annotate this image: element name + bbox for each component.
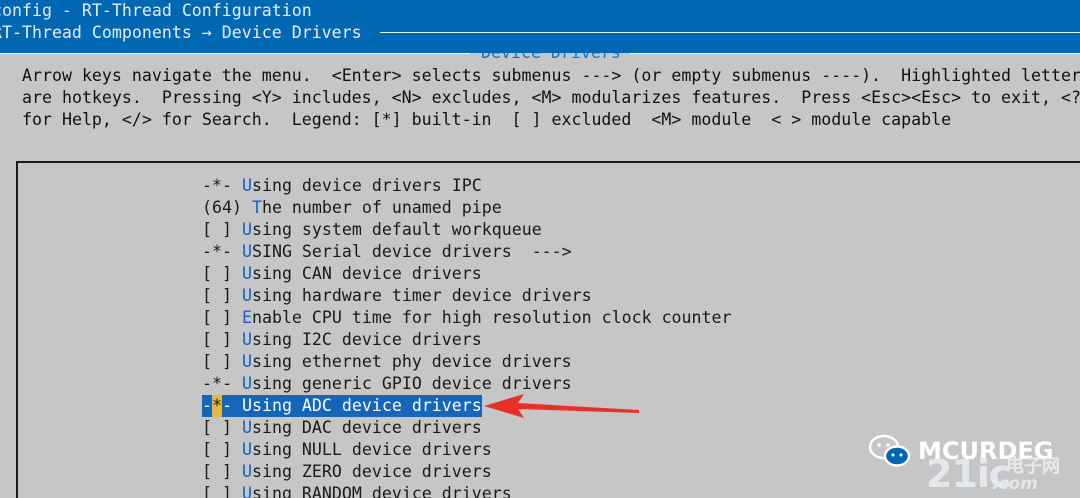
annotation-arrow-icon [484, 394, 639, 418]
menu-dialog: Device Drivers Arrow keys navigate the m… [0, 53, 1080, 498]
wechat-icon [868, 434, 911, 467]
help-text-line-2: are hotkeys. Pressing <Y> includes, <N> … [22, 88, 1080, 107]
item-hotkey: U [241, 242, 252, 261]
item-hotkey: U [241, 484, 252, 498]
item-label: sing NULL device drivers [251, 440, 492, 459]
item-hotkey: U [241, 396, 252, 415]
item-state-close: - [222, 396, 242, 415]
menu-item-i2c[interactable]: [ ] Using I2C device drivers [202, 329, 482, 351]
item-label: nable CPU time for high resolution clock… [251, 308, 732, 327]
item-hotkey: E [241, 308, 252, 327]
item-label: he number of unamed pipe [261, 198, 502, 217]
item-state: [ ] [202, 330, 242, 349]
help-text-line-1: Arrow keys navigate the menu. <Enter> se… [22, 66, 1080, 85]
item-state: [ ] [202, 220, 242, 239]
breadcrumb: RT-Thread Components → Device Drivers [0, 23, 362, 42]
item-state: [ ] [202, 418, 242, 437]
item-hotkey: U [241, 374, 252, 393]
menu-item-ipc[interactable]: -*- Using device drivers IPC [202, 175, 482, 197]
item-hotkey: U [241, 176, 252, 195]
item-state: -*- [202, 176, 242, 195]
window-title: config - RT-Thread Configuration [0, 1, 312, 20]
dialog-top-border-right [630, 53, 1080, 54]
help-text-line-3: for Help, </> for Search. Legend: [*] bu… [22, 110, 952, 129]
item-state-open: - [202, 396, 212, 415]
menu-item-unamed-pipe[interactable]: (64) The number of unamed pipe [202, 197, 502, 219]
item-label: sing hardware timer device drivers [251, 286, 592, 305]
item-state: (64) [202, 198, 252, 217]
item-label: SING Serial device drivers ---> [251, 242, 572, 261]
item-state: [ ] [202, 352, 242, 371]
item-state-star: * [212, 395, 222, 417]
menu-item-null[interactable]: [ ] Using NULL device drivers [202, 439, 492, 461]
item-label: sing I2C device drivers [251, 330, 482, 349]
item-hotkey: U [241, 462, 252, 481]
menu-item-zero[interactable]: [ ] Using ZERO device drivers [202, 461, 492, 483]
item-state: [ ] [202, 264, 242, 283]
item-label: sing DAC device drivers [251, 418, 482, 437]
item-label: sing ZERO device drivers [251, 462, 492, 481]
item-state: -*- [202, 374, 242, 393]
menu-item-adc-selected[interactable]: - * - Using ADC device drivers [202, 395, 482, 417]
item-state: [ ] [202, 308, 242, 327]
menu-item-ethernet-phy[interactable]: [ ] Using ethernet phy device drivers [202, 351, 572, 373]
item-hotkey: U [241, 286, 252, 305]
menu-item-can[interactable]: [ ] Using CAN device drivers [202, 263, 482, 285]
item-label: sing ethernet phy device drivers [251, 352, 572, 371]
item-hotkey: U [241, 440, 252, 459]
menu-item-serial[interactable]: -*- U SING Serial device drivers ---> [202, 241, 572, 263]
menu-item-cputime[interactable]: [ ] Enable CPU time for high resolution … [202, 307, 732, 329]
item-state: [ ] [202, 462, 242, 481]
item-hotkey: T [251, 198, 262, 217]
item-label: sing ADC device drivers [251, 396, 482, 415]
menu-item-workqueue[interactable]: [ ] Using system default workqueue [202, 219, 542, 241]
item-state: [ ] [202, 484, 242, 498]
dialog-title: Device Drivers [481, 53, 621, 64]
item-label: sing device drivers IPC [251, 176, 482, 195]
item-hotkey: U [241, 418, 252, 437]
menu-item-dac[interactable]: [ ] Using DAC device drivers [202, 417, 482, 439]
dialog-top-border-left [0, 53, 470, 54]
item-state: -*- [202, 242, 242, 261]
item-hotkey: U [241, 220, 252, 239]
item-label: sing CAN device drivers [251, 264, 482, 283]
item-state: [ ] [202, 286, 242, 305]
item-hotkey: U [241, 330, 252, 349]
menu-item-hwtimer[interactable]: [ ] Using hardware timer device drivers [202, 285, 592, 307]
item-label: sing system default workqueue [251, 220, 542, 239]
item-hotkey: U [241, 264, 252, 283]
site-logo-domain: .com [992, 474, 1038, 494]
item-hotkey: U [241, 352, 252, 371]
breadcrumb-rule [380, 32, 1080, 33]
menu-item-random[interactable]: [ ] Using RANDOM device drivers [202, 483, 512, 498]
item-state: [ ] [202, 440, 242, 459]
item-label: sing RANDOM device drivers [251, 484, 512, 498]
